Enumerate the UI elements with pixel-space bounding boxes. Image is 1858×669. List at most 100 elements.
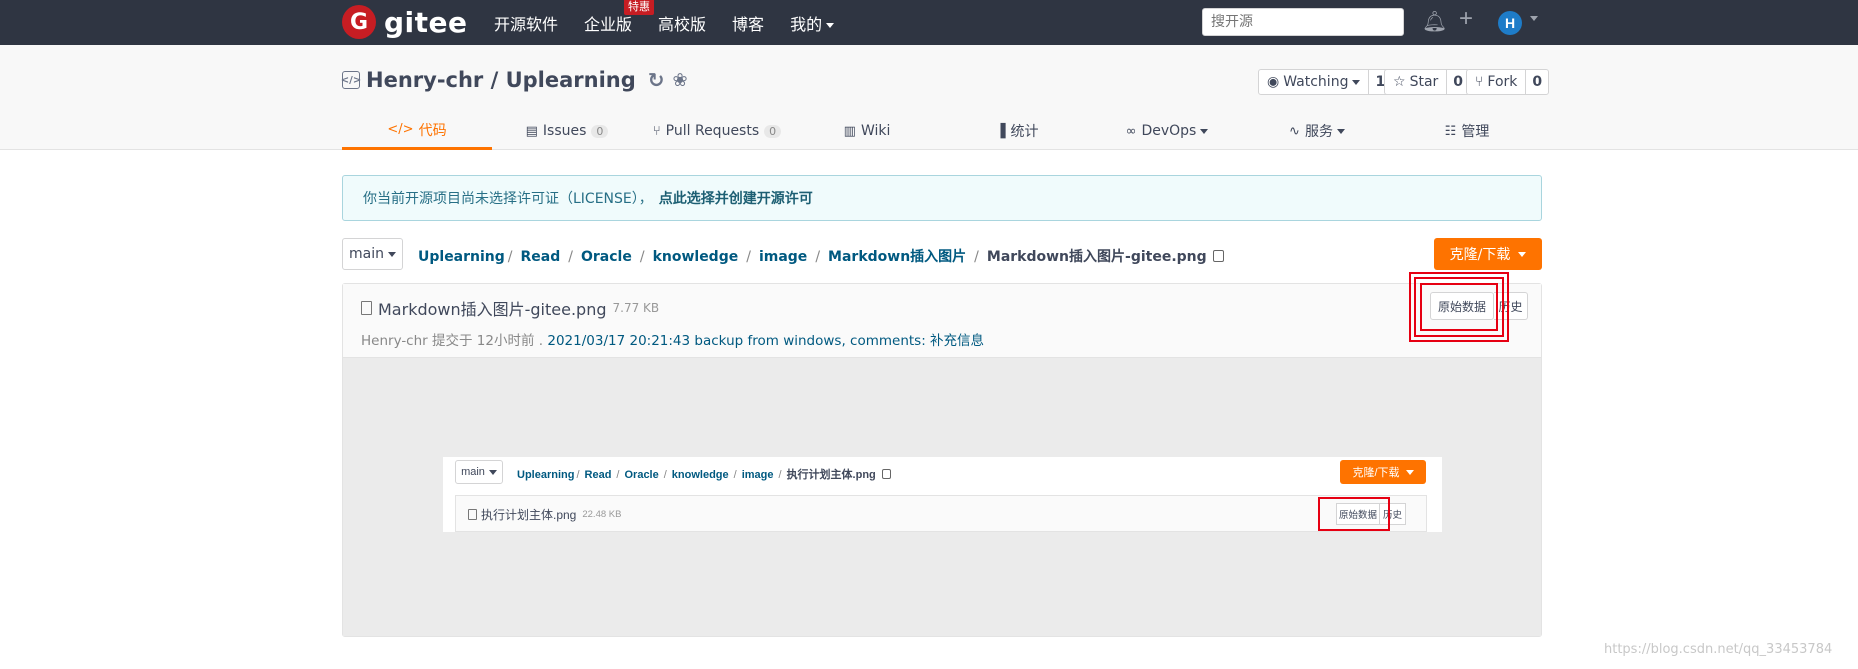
chevron-down-icon [488,469,497,475]
pull-request-icon: ⑂ [652,123,661,139]
nav-enterprise-label: 企业版 [584,14,633,34]
fork-button[interactable]: ⑂ Fork [1467,70,1527,94]
tab-stats-label: 统计 [1010,124,1039,140]
top-navbar: G gitee 开源软件 企业版特惠 高校版 博客 我的 🔔︎ + H [0,0,1858,45]
issues-icon: ▤ [525,123,538,139]
chevron-down-icon [1336,128,1345,134]
project-title[interactable]: Henry-chr / Uplearning [366,68,636,92]
gitee-logo[interactable]: G gitee [342,5,468,39]
tab-devops-label: DevOps [1141,123,1197,139]
commit-author[interactable]: Henry-chr [361,333,428,349]
nav-mine-label: 我的 [790,14,823,34]
file-size: 7.77 KB [612,301,660,315]
tab-stats[interactable]: ▐ 统计 [942,112,1092,150]
project-tabs: </> 代码 ▤ Issues 0 ⑂ Pull Requests 0 ▥ Wiki ▐ 统计… [342,112,1542,150]
branch-selector[interactable]: main [342,238,403,270]
tab-devops[interactable]: ∞ DevOps [1092,112,1242,150]
copy-icon[interactable] [1212,250,1224,262]
embedded-highlight-box [1318,497,1390,531]
nav-open-source[interactable]: 开源软件 [494,11,558,35]
watch-button-group: ◉ Watching 1 [1258,69,1393,95]
embedded-screenshot: main Uplearning / Read / Oracle / knowledge / im… [443,457,1442,532]
tab-pull-requests[interactable]: ⑂ Pull Requests 0 [642,112,792,150]
avatar-chevron-down-icon[interactable] [1530,16,1538,21]
nav-enterprise[interactable]: 企业版 特惠 [584,0,655,35]
chevron-down-icon [1518,251,1527,257]
issues-count: 0 [591,124,609,138]
watch-button[interactable]: ◉ Watching [1259,70,1370,94]
tab-wiki[interactable]: ▥ Wiki [792,112,942,150]
clone-download-label: 克隆/下载 [1449,247,1511,263]
nav-mine[interactable]: 我的 [790,11,835,35]
license-notice: 你当前开源项目尚未选择许可证（LICENSE）， 点此选择并创建开源许可 [342,175,1542,221]
embedded-clone-button: 克隆/下载 [1340,460,1426,484]
main-nav: 开源软件 企业版 特惠 高校版 博客 我的 [494,0,860,45]
infinity-icon: ∞ [1125,123,1137,139]
embedded-breadcrumb-item: image [741,469,774,481]
embedded-branch-selector: main [455,460,503,484]
breadcrumb-item[interactable]: Markdown插入图片 [828,249,966,265]
logo-text: gitee [384,5,468,39]
eye-icon: ◉ [1267,74,1280,90]
embedded-breadcrumb-item: Read [584,469,612,481]
nav-university[interactable]: 高校版 [658,11,706,35]
tab-code-label: 代码 [418,122,447,139]
award-icon[interactable]: ❀ [673,70,688,91]
embedded-breadcrumb-item: knowledge [671,469,729,481]
star-button-group: ☆ Star 0 [1384,69,1471,95]
breadcrumb-item[interactable]: image [759,249,807,265]
file-name: Markdown插入图片-gitee.png [378,300,607,319]
pulse-icon: ∿ [1289,123,1300,139]
gitee-logo-icon: G [342,5,376,39]
embedded-breadcrumb-item: Oracle [624,469,659,481]
branch-name: main [349,246,384,262]
settings-doc-icon: ☷ [1444,123,1457,139]
tab-issues-label: Issues [542,123,587,139]
embedded-breadcrumb-item: Uplearning [517,469,575,481]
avatar[interactable]: H [1498,11,1522,35]
code-icon: </> [387,122,414,137]
tab-wiki-label: Wiki [860,123,891,139]
plus-icon[interactable]: + [1459,7,1473,31]
bell-icon[interactable]: 🔔︎ [1422,11,1447,33]
chevron-down-icon [387,251,396,257]
chevron-down-icon [826,22,835,28]
embedded-breadcrumb-current: 执行计划主体.png [786,469,876,481]
file-icon [468,509,477,520]
tab-manage[interactable]: ☷ 管理 [1392,112,1542,150]
nav-blog[interactable]: 博客 [732,11,764,35]
embedded-file-header: 执行计划主体.png 22.48 KB [455,495,1427,532]
breadcrumb-current: Markdown插入图片-gitee.png [986,249,1207,265]
create-license-link[interactable]: 点此选择并创建开源许可 [659,188,813,208]
highlight-box [1420,283,1498,331]
promo-badge: 特惠 [624,0,655,15]
tab-code[interactable]: </> 代码 [342,112,492,150]
file-icon [361,301,372,315]
license-notice-text: 你当前开源项目尚未选择许可证（LICENSE）， [363,191,653,207]
fork-icon: ⑂ [1475,74,1484,90]
breadcrumb-item[interactable]: Oracle [581,249,632,265]
commit-message[interactable]: 2021/03/17 20:21:43 backup from windows,… [547,333,984,349]
fork-count[interactable]: 0 [1526,70,1548,94]
chevron-down-icon [1352,79,1361,85]
file-header: Markdown插入图片-gitee.png 7.77 KB Henry-chr… [343,284,1541,358]
tab-issues[interactable]: ▤ Issues 0 [492,112,642,150]
tab-services[interactable]: ∿ 服务 [1242,112,1392,150]
tab-manage-label: 管理 [1461,124,1490,140]
breadcrumb: Uplearning / Read / Oracle / knowledge / image / M… [418,246,1224,266]
breadcrumb-item[interactable]: Uplearning [418,249,505,265]
breadcrumb-item[interactable]: knowledge [653,249,739,265]
clone-download-button[interactable]: 克隆/下载 [1434,238,1542,270]
star-button[interactable]: ☆ Star [1385,70,1448,94]
embedded-file-title: 执行计划主体.png 22.48 KB [468,506,621,523]
search-input[interactable] [1202,8,1404,36]
commit-info: Henry-chr 提交于 12小时前 . 2021/03/17 20:21:4… [361,329,984,349]
bar-chart-icon: ▐ [995,123,1006,139]
embedded-file-size: 22.48 KB [582,509,622,520]
breadcrumb-item[interactable]: Read [521,249,561,265]
star-label: Star [1409,74,1439,90]
file-title: Markdown插入图片-gitee.png 7.77 KB [361,296,659,320]
sync-icon[interactable]: ↻ [648,68,665,92]
fork-button-group: ⑂ Fork 0 [1466,69,1550,95]
embedded-branch-name: main [461,466,485,478]
